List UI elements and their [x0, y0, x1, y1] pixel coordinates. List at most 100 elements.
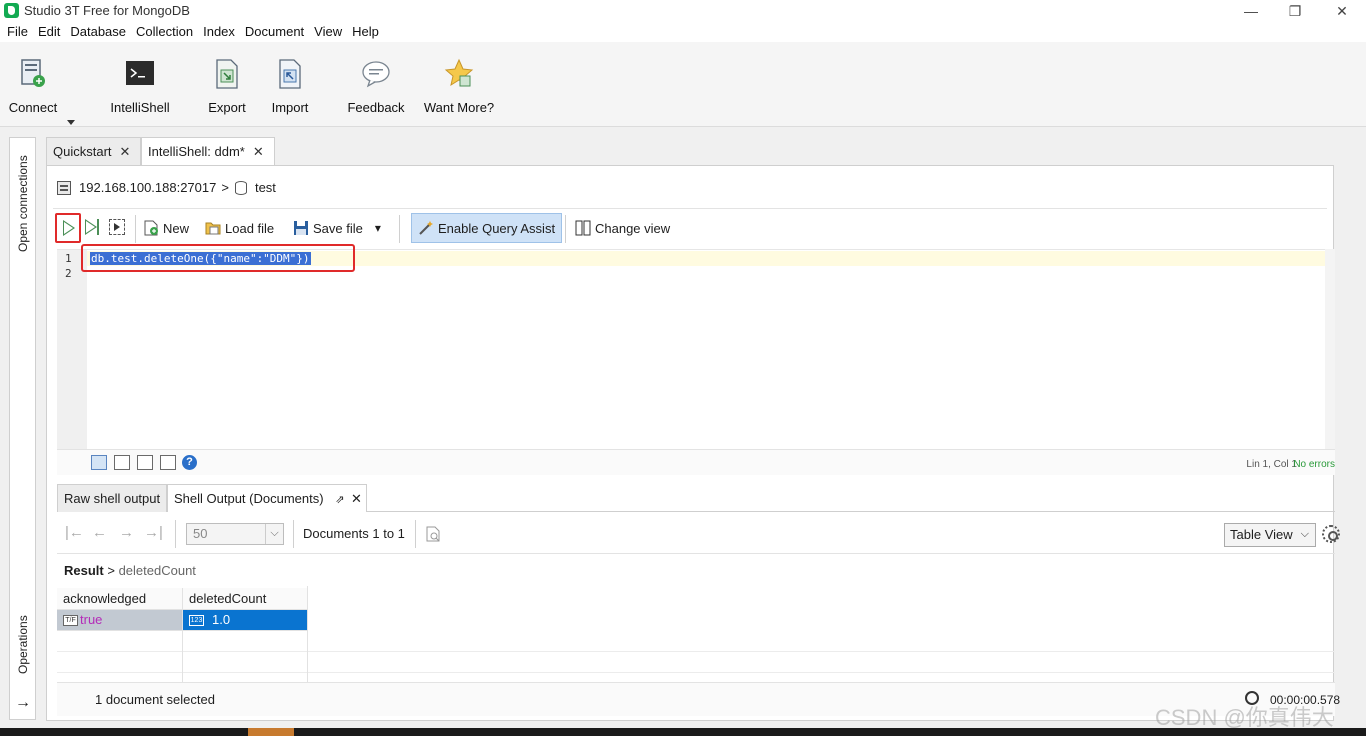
editor-toolbar: New Load file Save file ▾ Enable Query A…	[53, 208, 1327, 244]
view-mode-value: Table View	[1230, 527, 1293, 542]
last-page-icon[interactable]: →|	[144, 524, 163, 541]
next-page-icon[interactable]: →	[119, 524, 134, 541]
speech-bubble-icon	[362, 61, 390, 88]
close-window-button[interactable]: ✕	[1327, 2, 1357, 20]
view-mode-3-icon[interactable]	[137, 455, 153, 470]
view-mode-select[interactable]: Table View ⌵	[1224, 523, 1316, 547]
view-mode-1-icon[interactable]	[91, 455, 107, 470]
close-output-tab-icon[interactable]: ✕	[351, 491, 362, 506]
save-disk-icon	[294, 221, 308, 235]
pin-icon[interactable]: ⇗	[335, 494, 344, 506]
execute-statement-button[interactable]	[85, 219, 101, 237]
execute-all-button[interactable]	[55, 213, 81, 243]
menu-index[interactable]: Index	[198, 22, 240, 42]
want-more-button[interactable]: Want More?	[420, 54, 498, 124]
import-icon	[279, 59, 301, 89]
breadcrumb-database[interactable]: test	[255, 180, 276, 195]
new-file-icon	[144, 220, 158, 236]
change-view-label: Change view	[595, 220, 671, 236]
save-file-label: Save file	[313, 220, 363, 236]
import-button[interactable]: Import	[266, 54, 314, 124]
execute-selection-button[interactable]	[109, 219, 125, 235]
chevron-down-icon: ⌵	[1300, 528, 1309, 540]
server-icon	[57, 180, 71, 195]
connect-button[interactable]: Connect	[6, 54, 60, 124]
save-file-dropdown-icon[interactable]: ▾	[375, 221, 381, 235]
expand-arrow-icon[interactable]: →	[15, 694, 31, 712]
cursor-position: Lin 1, Col 1	[1246, 459, 1297, 470]
tab-shell-output-documents[interactable]: Shell Output (Documents) ⇗ ✕	[167, 484, 367, 512]
editor-scrollbar[interactable]	[1325, 249, 1335, 449]
output-tabs: Raw shell output Shell Output (Documents…	[57, 484, 1335, 512]
restore-button[interactable]: ❐	[1280, 2, 1310, 20]
intellishell-button[interactable]: IntelliShell	[108, 54, 172, 124]
load-file-button[interactable]: Load file	[205, 215, 274, 241]
menu-edit[interactable]: Edit	[33, 22, 65, 42]
toolbar-separator	[175, 520, 176, 548]
close-tab-quickstart-icon[interactable]: ✕	[120, 144, 131, 159]
cell-deletedcount[interactable]: 123 1.0	[183, 610, 308, 631]
enable-query-assist-button[interactable]: Enable Query Assist	[411, 213, 563, 243]
column-header-deletedcount[interactable]: deletedCount	[183, 588, 308, 610]
menu-file[interactable]: File	[2, 22, 33, 42]
result-separator: >	[107, 563, 115, 578]
tab-intellishell-label: IntelliShell: ddm*	[148, 144, 245, 159]
split-view-icon	[575, 220, 591, 236]
first-page-icon[interactable]: |←	[65, 524, 84, 541]
new-button[interactable]: New	[143, 215, 189, 241]
change-view-button[interactable]: Change view	[575, 215, 670, 241]
tab-intellishell[interactable]: IntelliShell: ddm* ✕	[141, 137, 275, 166]
connect-dropdown-icon[interactable]	[67, 120, 75, 125]
import-label: Import	[271, 100, 309, 115]
result-root[interactable]: Result	[64, 563, 104, 578]
error-status: No errors	[1293, 459, 1335, 470]
column-header-acknowledged[interactable]: acknowledged	[57, 588, 183, 610]
tab-quickstart-label: Quickstart	[53, 144, 112, 159]
tab-shell-output-documents-label: Shell Output (Documents)	[174, 491, 324, 506]
tab-raw-shell-output[interactable]: Raw shell output	[57, 484, 167, 512]
table-row-empty	[57, 631, 1335, 652]
feedback-label: Feedback	[347, 100, 405, 115]
cell-acknowledged[interactable]: T/F true	[57, 610, 183, 631]
minimize-button[interactable]: —	[1236, 2, 1266, 20]
star-icon	[444, 58, 474, 87]
breadcrumb-server[interactable]: 192.168.100.188:27017	[79, 180, 216, 195]
annotation-highlight-box	[81, 244, 355, 272]
code-editor[interactable]: 1 2 db.test.deleteOne({"name":"DDM"})	[57, 244, 1335, 450]
connect-label: Connect	[8, 100, 58, 115]
menu-collection[interactable]: Collection	[131, 22, 198, 42]
documents-range: Documents 1 to 1	[303, 526, 405, 541]
previous-page-icon[interactable]: ←	[92, 524, 107, 541]
results-table: acknowledged deletedCount T/F true 123 1.0	[57, 586, 1335, 682]
menu-help[interactable]: Help	[347, 22, 384, 42]
page-size-select[interactable]: 50 ⌵	[186, 523, 284, 545]
query-code-icon[interactable]	[425, 526, 441, 542]
save-file-button[interactable]: Save file ▾	[293, 215, 381, 241]
export-button[interactable]: Export	[204, 54, 250, 124]
play-icon	[63, 220, 75, 236]
menu-document[interactable]: Document	[240, 22, 309, 42]
enable-query-assist-label: Enable Query Assist	[438, 220, 556, 236]
open-connections-tab[interactable]: Open connections	[16, 155, 30, 252]
menu-database[interactable]: Database	[65, 22, 131, 42]
intellishell-label: IntelliShell	[110, 100, 170, 115]
toolbar-separator	[565, 215, 566, 243]
output-toolbar: |← ← → →| 50 ⌵ Documents 1 to 1 Table Vi…	[57, 512, 1340, 554]
connect-icon	[21, 59, 45, 87]
help-icon[interactable]: ?	[182, 455, 197, 470]
view-mode-2-icon[interactable]	[114, 455, 130, 470]
export-label: Export	[208, 100, 246, 115]
want-more-label: Want More?	[423, 100, 495, 115]
view-mode-4-icon[interactable]	[160, 455, 176, 470]
tab-quickstart[interactable]: Quickstart ✕	[46, 137, 141, 165]
gear-icon[interactable]	[1322, 525, 1340, 543]
feedback-button[interactable]: Feedback	[346, 54, 406, 124]
operations-tab[interactable]: Operations	[16, 615, 30, 674]
menu-view[interactable]: View	[309, 22, 347, 42]
toolbar-separator	[135, 215, 136, 243]
close-tab-intellishell-icon[interactable]: ✕	[253, 144, 264, 159]
line-number: 2	[65, 267, 72, 280]
line-number: 1	[65, 252, 72, 265]
result-field[interactable]: deletedCount	[119, 563, 196, 578]
title-bar: Studio 3T Free for MongoDB — ❐ ✕	[0, 0, 1366, 22]
